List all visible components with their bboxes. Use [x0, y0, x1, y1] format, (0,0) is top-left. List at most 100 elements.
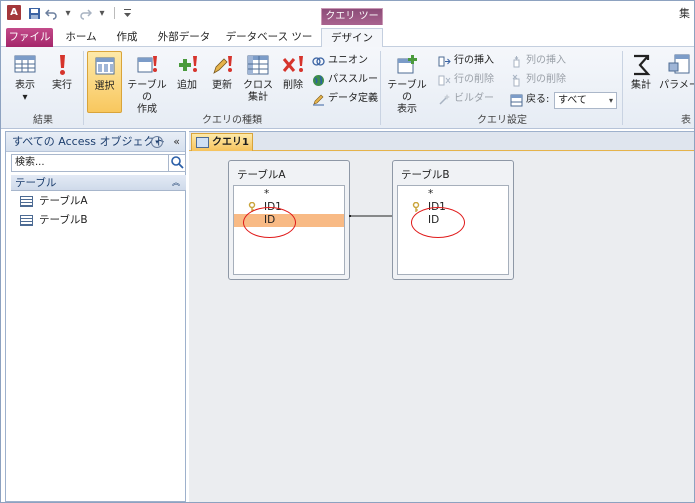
access-app-icon[interactable]: A: [7, 5, 21, 20]
join-line[interactable]: [349, 212, 395, 220]
delete-x-icon: [282, 56, 303, 72]
navigation-pane: すべての Access オブジェクト ▾ « 検索... テーブル ︽ テーブル…: [5, 131, 186, 502]
table-a-title: テーブルA: [237, 169, 286, 181]
red-annotation-circle: [243, 207, 296, 238]
run-label: 実行: [52, 80, 72, 91]
nav-item-label: テーブルA: [39, 195, 88, 207]
view-button[interactable]: 表示 ▾: [7, 51, 43, 113]
show-hide-group-label: 表: [681, 115, 691, 126]
window-title: 集: [679, 7, 690, 20]
show-table-label-1: テーブルの: [387, 80, 427, 103]
query-design-document: クエリ1 テーブルA * ID1 ID テーブルB * ID1 ID: [189, 131, 694, 502]
run-button[interactable]: 実行: [47, 51, 77, 113]
builder-button[interactable]: ビルダー: [438, 91, 494, 107]
tab-query1[interactable]: クエリ1: [191, 133, 253, 151]
nav-search-input[interactable]: 検索...: [11, 154, 186, 172]
append-icon: [179, 56, 197, 72]
make-table-icon: [137, 56, 157, 73]
data-definition-label: データ定義: [328, 93, 378, 104]
dropdown-arrow-icon: ▾: [608, 96, 613, 105]
redo-dropdown-icon[interactable]: ▾: [95, 6, 109, 20]
tab-create[interactable]: 作成: [109, 28, 145, 47]
ribbon: 表示 ▾ 実行 結果 選択 テーブルの 作成 追加 更新 クロス 集計 削除 ユ…: [1, 47, 694, 129]
results-group-label: 結果: [33, 115, 53, 126]
delete-query-button[interactable]: 削除: [278, 51, 308, 113]
tab-home[interactable]: ホーム: [61, 28, 101, 47]
make-table-label-1: テーブルの: [127, 80, 167, 103]
field-list-table-a[interactable]: テーブルA * ID1 ID: [228, 160, 350, 280]
search-icon[interactable]: [168, 154, 185, 172]
delete-label: 削除: [283, 80, 303, 91]
exclamation-run-icon: [60, 55, 65, 75]
show-table-icon: [397, 55, 417, 74]
return-value: すべて: [558, 95, 587, 106]
query-tools-context-header: クエリ ツール: [321, 8, 383, 38]
return-icon: [510, 94, 523, 107]
field-all[interactable]: *: [398, 188, 508, 201]
group-separator: [83, 51, 84, 125]
tab-design[interactable]: デザイン: [321, 28, 383, 48]
builder-label: ビルダー: [454, 93, 494, 104]
group-separator: [380, 51, 381, 125]
collapse-pane-icon[interactable]: «: [173, 132, 180, 152]
passthrough-button[interactable]: パススルー: [312, 72, 378, 88]
undo-icon[interactable]: [44, 6, 58, 20]
document-tab-bar: クエリ1: [189, 132, 694, 151]
chevron-up-icon[interactable]: ︽: [172, 175, 180, 191]
nav-pane-header[interactable]: すべての Access オブジェクト ▾ «: [6, 132, 185, 152]
redo-icon[interactable]: [78, 6, 92, 20]
crosstab-label-2: 集計: [248, 92, 268, 103]
nav-menu-icon[interactable]: ▾: [151, 136, 163, 148]
insert-row-label: 行の挿入: [454, 55, 494, 66]
crosstab-button[interactable]: クロス 集計: [241, 51, 275, 113]
append-button[interactable]: 追加: [171, 51, 203, 113]
field-list-table-b[interactable]: テーブルB * ID1 ID: [392, 160, 514, 280]
union-button[interactable]: ユニオン: [312, 53, 368, 69]
parameters-button[interactable]: パラメー: [659, 51, 694, 113]
return-label-group: 戻る:: [510, 92, 549, 108]
ribbon-tab-strip: ファイル ホーム 作成 外部データ データベース ツール デザイン: [1, 25, 694, 62]
tab-database-tools[interactable]: データベース ツール: [223, 28, 315, 62]
nav-item-label: テーブルB: [39, 214, 88, 226]
nav-group-tables[interactable]: テーブル ︽: [11, 175, 186, 191]
insert-row-icon: [438, 55, 451, 68]
undo-dropdown-icon[interactable]: ▾: [61, 6, 75, 20]
delete-row-label: 行の削除: [454, 74, 494, 85]
view-dropdown-icon: ▾: [22, 92, 28, 103]
delete-column-label: 列の削除: [526, 74, 566, 85]
update-button[interactable]: 更新: [206, 51, 238, 113]
make-table-button[interactable]: テーブルの 作成: [124, 51, 170, 115]
customize-qat-icon[interactable]: [120, 6, 134, 20]
nav-item-table-b[interactable]: テーブルB: [20, 212, 88, 228]
delete-row-button[interactable]: 行の削除: [438, 72, 494, 88]
delete-row-icon: [438, 74, 451, 87]
nav-item-table-a[interactable]: テーブルA: [20, 193, 88, 209]
insert-column-label: 列の挿入: [526, 55, 566, 66]
update-label: 更新: [212, 80, 232, 91]
nav-pane-title: すべての Access オブジェクト: [12, 135, 166, 148]
insert-column-button[interactable]: 列の挿入: [510, 53, 566, 69]
view-label: 表示: [15, 80, 35, 91]
return-values-dropdown[interactable]: すべて ▾: [554, 92, 617, 109]
select-query-icon: [95, 57, 114, 75]
tab-file[interactable]: ファイル: [6, 28, 53, 47]
query-setup-group-label: クエリ設定: [477, 115, 527, 126]
totals-button[interactable]: 集計: [626, 51, 656, 113]
select-query-button[interactable]: 選択: [87, 51, 122, 113]
totals-label: 集計: [631, 80, 651, 91]
show-table-button[interactable]: テーブルの 表示: [384, 51, 430, 115]
passthrough-label: パススルー: [328, 74, 378, 85]
query-type-group-label: クエリの種類: [202, 115, 262, 126]
tab-external-data[interactable]: 外部データ: [153, 28, 215, 47]
data-definition-button[interactable]: データ定義: [312, 91, 378, 107]
delete-column-button[interactable]: 列の削除: [510, 72, 566, 88]
query-design-canvas[interactable]: テーブルA * ID1 ID テーブルB * ID1 ID: [189, 152, 694, 502]
document-tab-label: クエリ1: [212, 137, 249, 148]
delete-column-icon: [510, 74, 523, 87]
insert-row-button[interactable]: 行の挿入: [438, 53, 494, 69]
builder-wand-icon: [438, 93, 451, 106]
parameters-icon: [668, 54, 690, 74]
union-label: ユニオン: [328, 55, 368, 66]
save-icon[interactable]: [27, 6, 41, 20]
field-all[interactable]: *: [234, 188, 344, 201]
